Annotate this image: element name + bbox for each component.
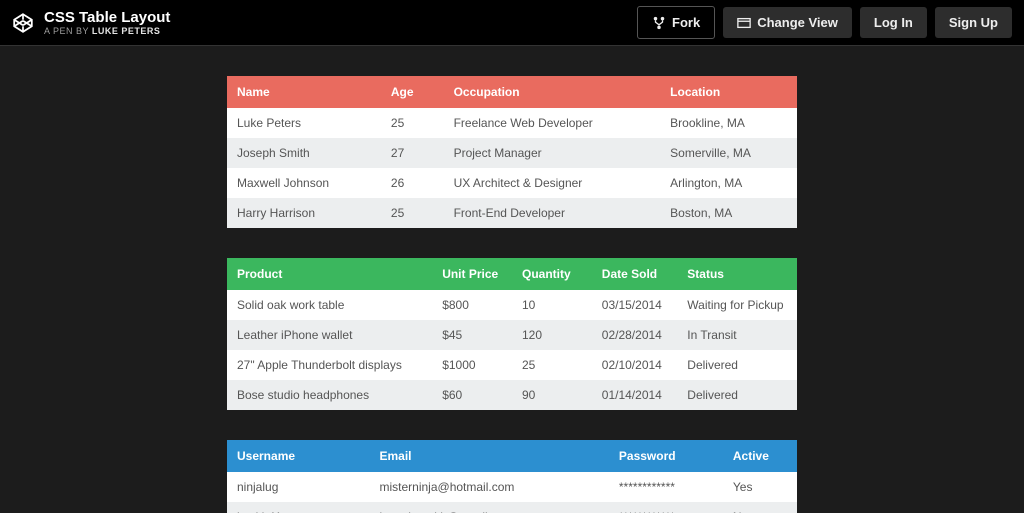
column-header: Password <box>609 440 723 472</box>
column-header: Product <box>227 258 432 290</box>
fork-label: Fork <box>672 15 700 30</box>
sign-up-button[interactable]: Sign Up <box>935 7 1012 38</box>
table-cell: Brookline, MA <box>660 108 797 138</box>
table-cell: Arlington, MA <box>660 168 797 198</box>
table-cell: $60 <box>432 380 512 410</box>
table-cell: joseph.smith@gmail.com <box>370 502 609 513</box>
change-view-label: Change View <box>757 15 838 30</box>
fork-icon <box>652 16 666 30</box>
table-cell: ************ <box>609 502 723 513</box>
view-icon <box>737 16 751 30</box>
table-row: Luke Peters25Freelance Web DeveloperBroo… <box>227 108 797 138</box>
table-cell: $800 <box>432 290 512 320</box>
table-cell: 27 <box>381 138 444 168</box>
table-row: ninjalugmisterninja@hotmail.com*********… <box>227 472 797 502</box>
table-cell: 01/14/2014 <box>592 380 678 410</box>
column-header: Email <box>370 440 609 472</box>
table-cell: Delivered <box>677 380 797 410</box>
table-row: Solid oak work table$8001003/15/2014Wait… <box>227 290 797 320</box>
pen-author[interactable]: Luke Peters <box>92 26 161 36</box>
column-header: Active <box>723 440 797 472</box>
table-cell: ************ <box>609 472 723 502</box>
table-header-row: ProductUnit PriceQuantityDate SoldStatus <box>227 258 797 290</box>
pen-byline: A PEN BY Luke Peters <box>44 26 170 36</box>
table-cell: Maxwell Johnson <box>227 168 381 198</box>
column-header: Quantity <box>512 258 592 290</box>
table-row: jsmith41joseph.smith@gmail.com**********… <box>227 502 797 513</box>
column-header: Status <box>677 258 797 290</box>
table-cell: misterninja@hotmail.com <box>370 472 609 502</box>
users-table: UsernameEmailPasswordActive ninjalugmist… <box>227 440 797 513</box>
table-cell: Leather iPhone wallet <box>227 320 432 350</box>
log-in-label: Log In <box>874 15 913 30</box>
table-cell: 03/15/2014 <box>592 290 678 320</box>
table-cell: Freelance Web Developer <box>444 108 661 138</box>
pen-title: CSS Table Layout <box>44 9 170 26</box>
table-cell: 26 <box>381 168 444 198</box>
fork-button[interactable]: Fork <box>637 6 715 39</box>
log-in-button[interactable]: Log In <box>860 7 927 38</box>
table-cell: 02/28/2014 <box>592 320 678 350</box>
table-row: Joseph Smith27Project ManagerSomerville,… <box>227 138 797 168</box>
table-cell: Joseph Smith <box>227 138 381 168</box>
change-view-button[interactable]: Change View <box>723 7 852 38</box>
table-cell: 120 <box>512 320 592 350</box>
table-cell: Boston, MA <box>660 198 797 228</box>
table-header-row: NameAgeOccupationLocation <box>227 76 797 108</box>
table-cell: Somerville, MA <box>660 138 797 168</box>
table-cell: Luke Peters <box>227 108 381 138</box>
table-row: Harry Harrison25Front-End DeveloperBosto… <box>227 198 797 228</box>
table-cell: 27" Apple Thunderbolt displays <box>227 350 432 380</box>
table-cell: jsmith41 <box>227 502 370 513</box>
table-cell: ninjalug <box>227 472 370 502</box>
table-cell: Front-End Developer <box>444 198 661 228</box>
column-header: Age <box>381 76 444 108</box>
table-row: Maxwell Johnson26UX Architect & Designer… <box>227 168 797 198</box>
table-cell: Solid oak work table <box>227 290 432 320</box>
table-cell: 25 <box>381 198 444 228</box>
table-row: 27" Apple Thunderbolt displays$10002502/… <box>227 350 797 380</box>
table-cell: No <box>723 502 797 513</box>
column-header: Location <box>660 76 797 108</box>
table-row: Leather iPhone wallet$4512002/28/2014In … <box>227 320 797 350</box>
column-header: Name <box>227 76 381 108</box>
table-cell: In Transit <box>677 320 797 350</box>
table-cell: Delivered <box>677 350 797 380</box>
table-cell: Yes <box>723 472 797 502</box>
column-header: Username <box>227 440 370 472</box>
column-header: Unit Price <box>432 258 512 290</box>
people-table: NameAgeOccupationLocation Luke Peters25F… <box>227 76 797 228</box>
table-cell: $1000 <box>432 350 512 380</box>
table-cell: Bose studio headphones <box>227 380 432 410</box>
content-scroll[interactable]: NameAgeOccupationLocation Luke Peters25F… <box>0 46 1024 513</box>
table-cell: 90 <box>512 380 592 410</box>
byline-prefix: A PEN BY <box>44 26 92 36</box>
table-cell: $45 <box>432 320 512 350</box>
column-header: Date Sold <box>592 258 678 290</box>
products-table: ProductUnit PriceQuantityDate SoldStatus… <box>227 258 797 410</box>
table-header-row: UsernameEmailPasswordActive <box>227 440 797 472</box>
top-bar: CSS Table Layout A PEN BY Luke Peters Fo… <box>0 0 1024 46</box>
title-block: CSS Table Layout A PEN BY Luke Peters <box>44 9 170 37</box>
table-cell: UX Architect & Designer <box>444 168 661 198</box>
sign-up-label: Sign Up <box>949 15 998 30</box>
table-cell: 25 <box>381 108 444 138</box>
table-cell: Harry Harrison <box>227 198 381 228</box>
codepen-logo-icon <box>12 12 34 34</box>
table-cell: Project Manager <box>444 138 661 168</box>
table-cell: 02/10/2014 <box>592 350 678 380</box>
table-cell: Waiting for Pickup <box>677 290 797 320</box>
table-cell: 25 <box>512 350 592 380</box>
column-header: Occupation <box>444 76 661 108</box>
content: NameAgeOccupationLocation Luke Peters25F… <box>227 76 797 473</box>
table-row: Bose studio headphones$609001/14/2014Del… <box>227 380 797 410</box>
table-cell: 10 <box>512 290 592 320</box>
